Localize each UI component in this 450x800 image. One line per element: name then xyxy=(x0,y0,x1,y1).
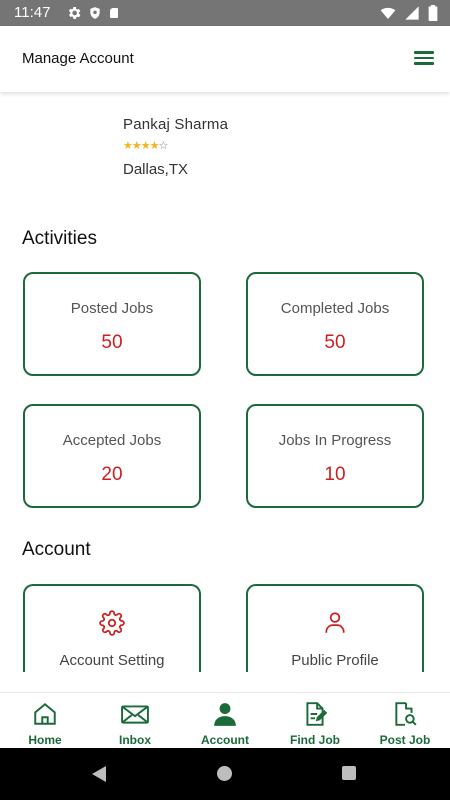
nav-find-job-label: Find Job xyxy=(290,733,340,747)
recent-apps-icon[interactable] xyxy=(342,766,356,780)
app-bar: Manage Account xyxy=(0,26,450,92)
hamburger-menu-icon[interactable] xyxy=(414,48,436,68)
nav-home[interactable]: Home xyxy=(0,693,90,749)
account-setting-label: Account Setting xyxy=(59,652,165,669)
account-heading: Account xyxy=(22,539,91,560)
status-time: 11:47 xyxy=(14,4,51,21)
card-value: 50 xyxy=(101,332,123,353)
edit-document-icon xyxy=(270,701,360,727)
activities-heading: Activities xyxy=(22,228,97,249)
home-icon xyxy=(0,701,90,727)
wifi-icon xyxy=(380,5,396,26)
accepted-jobs-card[interactable]: Accepted Jobs 20 xyxy=(23,404,201,508)
bottom-navigation: Home Inbox Account Find Job Post Job xyxy=(0,692,450,749)
back-icon[interactable] xyxy=(91,765,107,788)
posted-jobs-card[interactable]: Posted Jobs 50 xyxy=(23,272,201,376)
status-bar: 11:47 xyxy=(0,0,450,26)
account-setting-card[interactable]: Account Setting xyxy=(23,584,201,672)
system-navigation-bar xyxy=(0,748,450,800)
card-label: Accepted Jobs xyxy=(62,432,162,449)
star-filled-icon: ★ xyxy=(123,140,133,152)
star-empty-icon: ☆ xyxy=(158,140,169,152)
card-label: Completed Jobs xyxy=(280,300,390,317)
jobs-in-progress-card[interactable]: Jobs In Progress 10 xyxy=(246,404,424,508)
card-value: 50 xyxy=(324,332,346,353)
card-value: 20 xyxy=(101,464,123,485)
public-profile-label: Public Profile xyxy=(291,652,379,669)
star-filled-icon: ★ xyxy=(131,140,142,152)
nav-inbox-label: Inbox xyxy=(119,733,151,747)
page-title: Manage Account xyxy=(22,50,134,67)
rating-stars: ★★★★☆ xyxy=(123,140,228,152)
card-value: 10 xyxy=(324,464,346,485)
user-icon xyxy=(248,610,422,636)
public-profile-card[interactable]: Public Profile xyxy=(246,584,424,672)
settings-gear-icon xyxy=(66,5,82,26)
nav-account-label: Account xyxy=(201,733,249,747)
nav-find-job[interactable]: Find Job xyxy=(270,693,360,749)
nav-home-label: Home xyxy=(28,733,62,747)
battery-icon xyxy=(428,5,438,26)
nav-post-job-label: Post Job xyxy=(379,733,431,747)
star-filled-icon: ★ xyxy=(149,140,160,152)
profile-summary: Pankaj Sharma ★★★★☆ Dallas,TX xyxy=(123,116,228,178)
sd-card-icon xyxy=(108,5,120,26)
signal-icon xyxy=(404,5,420,26)
gear-icon xyxy=(25,610,199,636)
person-icon xyxy=(180,701,270,727)
completed-jobs-card[interactable]: Completed Jobs 50 xyxy=(246,272,424,376)
home-circle-icon[interactable] xyxy=(217,766,232,781)
card-label: Posted Jobs xyxy=(70,300,154,317)
nav-account[interactable]: Account xyxy=(180,693,270,749)
star-filled-icon: ★ xyxy=(140,140,151,152)
profile-name: Pankaj Sharma xyxy=(123,116,229,133)
nav-post-job[interactable]: Post Job xyxy=(360,693,450,749)
card-label: Jobs In Progress xyxy=(278,432,392,449)
search-document-icon xyxy=(360,701,450,727)
shield-icon xyxy=(88,5,102,26)
nav-inbox[interactable]: Inbox xyxy=(90,693,180,749)
mail-icon xyxy=(90,701,180,727)
profile-location: Dallas,TX xyxy=(123,161,189,178)
